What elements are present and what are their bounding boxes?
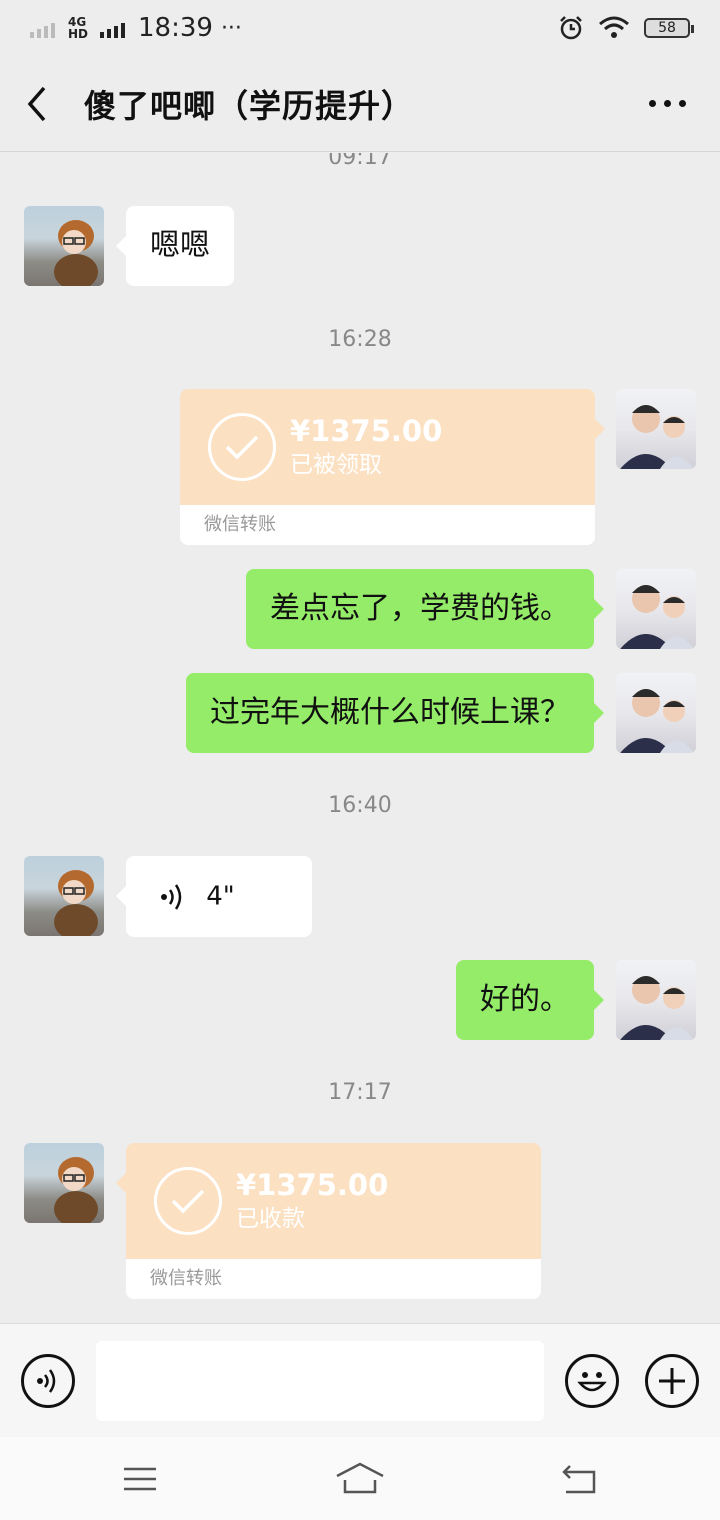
avatar-image (620, 405, 694, 469)
avatar-image (620, 585, 694, 649)
avatar-image (54, 1157, 98, 1223)
battery-icon: 58 (644, 18, 694, 38)
signal-icon (100, 23, 125, 38)
timestamp: 17:17 (328, 1080, 392, 1105)
status-bar: 4G HD 18:39 ··· 58 (0, 0, 720, 56)
wifi-icon (599, 16, 629, 38)
message-text: 嗯嗯 (150, 228, 210, 263)
message-bubble-sent[interactable]: 过完年大概什么时候上课？ (186, 673, 604, 753)
check-circle-icon (208, 413, 276, 481)
voice-input-button[interactable] (21, 1354, 75, 1408)
system-nav-bar (0, 1437, 720, 1520)
avatar-image (54, 220, 98, 286)
transfer-status: 已被领取 (290, 452, 382, 478)
avatar-image (620, 689, 694, 753)
transfer-label: 微信转账 (180, 505, 595, 545)
voice-message-bubble[interactable]: 4" (116, 856, 312, 937)
chat-messages[interactable]: 09:17 嗯嗯 16:28 ¥1375.00 已被领取 微信转账 差点忘了，学… (0, 153, 720, 1323)
home-button[interactable] (330, 1457, 390, 1501)
chat-header: 傻了吧唧（学历提升） (0, 56, 720, 152)
network-type: 4G HD (68, 15, 89, 41)
input-bar (0, 1323, 720, 1437)
alarm-icon (560, 16, 582, 40)
emoji-button[interactable] (565, 1354, 619, 1408)
menu-icon (124, 1467, 156, 1491)
more-button[interactable] (639, 74, 696, 134)
back-arrow-icon (562, 1465, 596, 1494)
menu-button[interactable] (110, 1457, 170, 1501)
back-button[interactable] (24, 74, 64, 134)
battery-level: 58 (658, 20, 676, 36)
plus-icon (659, 1368, 685, 1394)
avatar-self[interactable] (616, 960, 696, 1040)
signal-icon-weak (30, 23, 55, 38)
message-input[interactable] (96, 1341, 544, 1421)
transfer-amount: ¥1375.00 (236, 1168, 389, 1202)
message-text: 差点忘了，学费的钱。 (270, 591, 570, 626)
status-right: 58 (558, 15, 694, 41)
status-left: 4G HD 18:39 ··· (30, 13, 242, 43)
avatar-self[interactable] (616, 673, 696, 753)
transfer-status: 已收款 (236, 1206, 305, 1232)
emoji-icon (577, 1372, 607, 1392)
message-bubble-sent[interactable]: 好的。 (456, 960, 604, 1040)
status-more: ··· (220, 15, 242, 41)
avatar-self[interactable] (616, 569, 696, 649)
timestamp: 09:17 (328, 153, 392, 170)
chat-title: 傻了吧唧（学历提升） (84, 86, 415, 125)
home-icon (336, 1462, 384, 1494)
voice-icon (37, 1369, 56, 1393)
transfer-card-top: ¥1375.00 已被领取 (180, 389, 595, 505)
transfer-card-received[interactable]: ¥1375.00 已收款 微信转账 (116, 1143, 541, 1299)
message-text: 好的。 (480, 982, 570, 1017)
transfer-amount: ¥1375.00 (290, 414, 443, 448)
voice-wave-icon (161, 883, 182, 910)
avatar-contact[interactable] (24, 206, 104, 286)
chevron-left-icon (27, 86, 46, 121)
timestamp: 16:40 (328, 793, 392, 818)
voice-duration: 4" (206, 881, 235, 912)
check-circle-icon (154, 1167, 222, 1235)
avatar-contact[interactable] (24, 1143, 104, 1223)
status-time: 18:39 (138, 13, 213, 43)
transfer-label: 微信转账 (126, 1259, 541, 1299)
more-dots-icon (649, 100, 656, 107)
avatar-image (54, 870, 98, 936)
return-button[interactable] (550, 1457, 610, 1501)
transfer-card-top: ¥1375.00 已收款 (126, 1143, 541, 1259)
transfer-info: ¥1375.00 已被领取 (290, 413, 442, 481)
check-icon (171, 1189, 205, 1214)
more-functions-button[interactable] (645, 1354, 699, 1408)
avatar-image (620, 976, 694, 1040)
message-bubble-received[interactable]: 嗯嗯 (116, 206, 234, 286)
transfer-card-sent[interactable]: ¥1375.00 已被领取 微信转账 (180, 389, 605, 545)
timestamp: 16:28 (328, 327, 392, 352)
message-text: 过完年大概什么时候上课？ (210, 695, 570, 730)
transfer-info: ¥1375.00 已收款 (236, 1167, 388, 1235)
message-bubble-sent[interactable]: 差点忘了，学费的钱。 (246, 569, 604, 649)
avatar-self[interactable] (616, 389, 696, 469)
check-icon (225, 435, 259, 460)
avatar-contact[interactable] (24, 856, 104, 936)
